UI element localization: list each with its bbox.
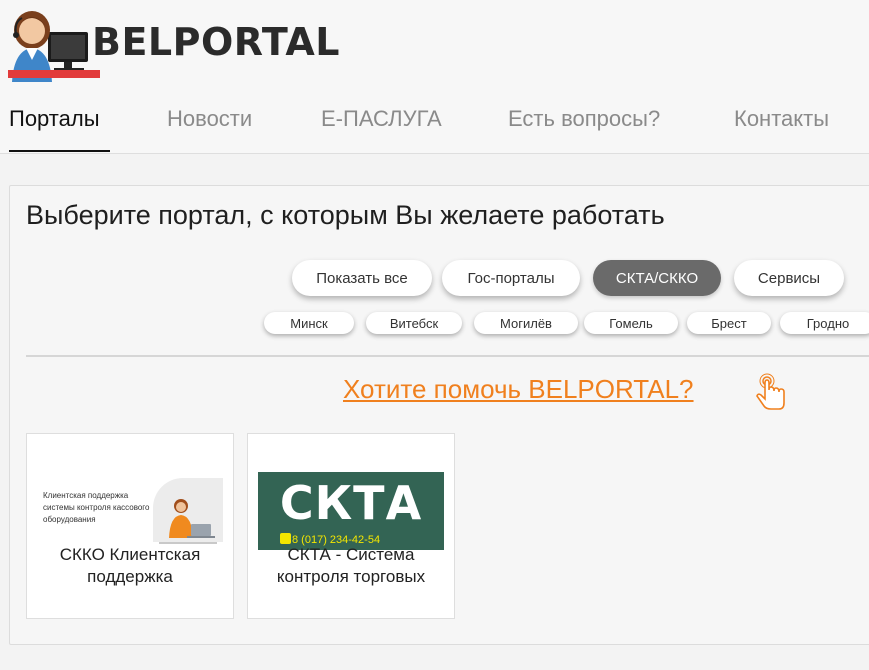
main-nav: Порталы Новости Е-ПАСЛУГА Есть вопросы? … — [0, 100, 869, 154]
filter-ckta-ckko[interactable]: СКТА/СККО — [593, 260, 721, 296]
ckta-logo-text: СКТА — [279, 476, 423, 530]
support-operator-icon — [159, 499, 217, 544]
filter-gov-portals[interactable]: Гос-порталы — [442, 260, 580, 296]
site-logo[interactable]: BELPORTAL — [8, 4, 340, 82]
card-image-ckta: СКТА 8 (017) 234-42-54 — [258, 472, 444, 550]
city-minsk[interactable]: Минск — [264, 312, 354, 334]
nav-e-paslyga[interactable]: Е-ПАСЛУГА — [321, 106, 442, 132]
nav-questions[interactable]: Есть вопросы? — [508, 106, 660, 132]
operator-avatar-icon — [8, 11, 100, 82]
page: BELPORTAL Порталы Новости Е-ПАСЛУГА Есть… — [0, 0, 869, 670]
site-header: BELPORTAL Порталы Новости Е-ПАСЛУГА Есть… — [0, 0, 869, 154]
nav-contacts[interactable]: Контакты — [734, 106, 829, 132]
help-belportal-link[interactable]: Хотите помочь BELPORTAL? — [343, 374, 694, 405]
card-image-caption: Клиентская поддержка системы контроля ка… — [43, 491, 150, 524]
panel-title: Выберите портал, с которым Вы желаете ра… — [26, 200, 665, 230]
city-brest[interactable]: Брест — [687, 312, 771, 334]
nav-portals[interactable]: Порталы — [9, 106, 100, 132]
nav-news[interactable]: Новости — [167, 106, 252, 132]
phone-icon — [280, 533, 291, 544]
section-divider — [26, 355, 869, 357]
portal-panel: Выберите портал, с которым Вы желаете ра… — [9, 185, 869, 645]
city-vitebsk[interactable]: Витебск — [366, 312, 462, 334]
city-mogilev[interactable]: Могилёв — [474, 312, 578, 334]
nav-active-underline — [9, 150, 110, 152]
pointing-hand-icon — [756, 373, 785, 410]
filter-services[interactable]: Сервисы — [734, 260, 844, 296]
portal-card-ckta[interactable]: СКТА 8 (017) 234-42-54 СКТА - Система ко… — [247, 433, 455, 619]
card-image-ckko: Клиентская поддержка системы контроля ка… — [37, 472, 223, 550]
city-gomel[interactable]: Гомель — [584, 312, 678, 334]
logo-text: BELPORTAL — [92, 20, 340, 64]
city-grodno[interactable]: Гродно — [780, 312, 869, 334]
card-title-ckko: СККО Клиентская поддержка — [59, 545, 201, 586]
portal-card-ckko[interactable]: Клиентская поддержка системы контроля ка… — [26, 433, 234, 619]
filter-show-all[interactable]: Показать все — [292, 260, 432, 296]
card-title-ckta: СКТА - Система контроля торговых — [276, 545, 426, 586]
